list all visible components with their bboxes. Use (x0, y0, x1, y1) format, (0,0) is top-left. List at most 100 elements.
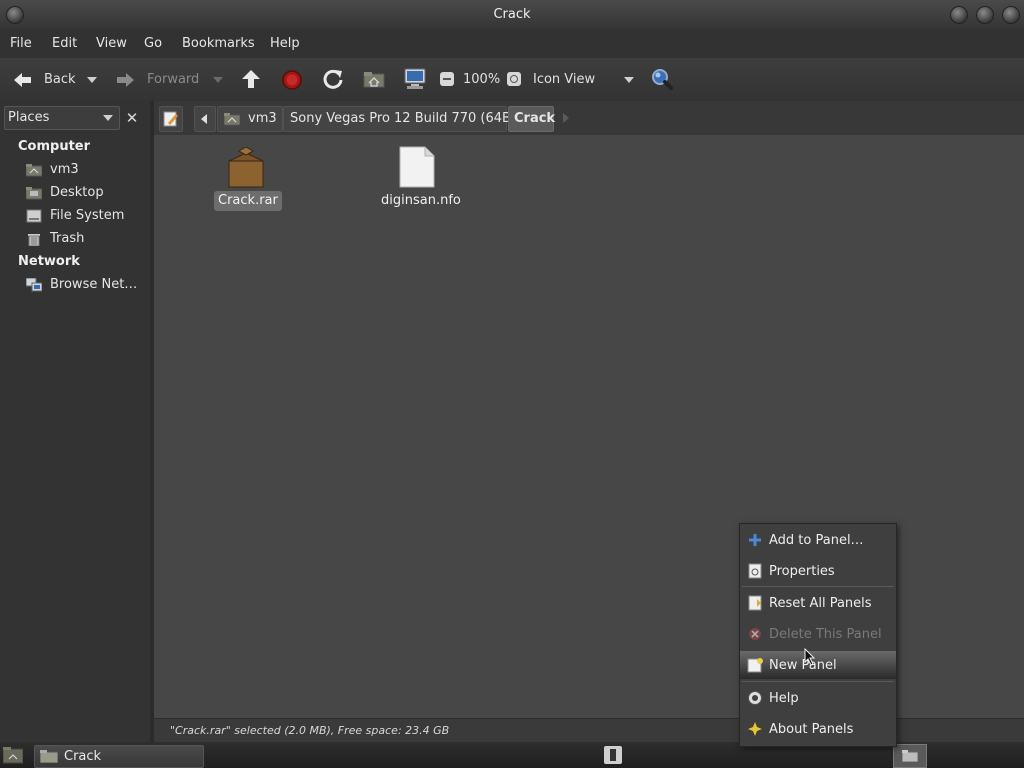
harddisk-icon (26, 209, 42, 223)
menu-item-label: Reset All Panels (769, 596, 872, 611)
file-name: Crack.rar (218, 193, 278, 208)
workspace-switcher-button[interactable] (893, 744, 927, 768)
file-item-diginsan-nfo[interactable]: diginsan.nfo (375, 145, 465, 215)
chevron-down-icon (103, 115, 113, 121)
taskbar-window-label: Crack (64, 749, 102, 764)
menu-item-properties[interactable]: Properties (740, 557, 896, 585)
panel-context-menu: Add to Panel… Properties Reset All Panel… (739, 523, 897, 747)
trash-icon (28, 234, 40, 246)
view-mode-value: Icon View (533, 72, 596, 87)
menu-item-label: About Panels (769, 722, 854, 737)
chevron-right-icon[interactable] (563, 113, 569, 123)
file-name: diginsan.nfo (381, 193, 461, 208)
file-item-crack-rar[interactable]: Crack.rar (210, 145, 282, 215)
menu-separator (742, 681, 894, 682)
close-button[interactable] (1002, 6, 1020, 24)
view-mode-select[interactable]: Icon View (530, 68, 640, 92)
menu-item-label: Delete This Panel (769, 627, 882, 642)
archive-box-icon (228, 147, 264, 188)
breadcrumb-vm3[interactable]: vm3 (217, 106, 283, 132)
menu-item-delete-this-panel: Delete This Panel (740, 620, 896, 648)
sidebar-item-file-system[interactable]: File System (26, 207, 136, 227)
chevron-left-icon (201, 114, 207, 124)
properties-icon (748, 563, 762, 579)
forward-arrow-icon (117, 73, 134, 87)
folder-icon (902, 750, 918, 762)
menu-bookmarks[interactable]: Bookmarks (182, 36, 255, 51)
edit-pencil-icon (163, 111, 178, 127)
maximize-button[interactable] (976, 6, 994, 24)
menu-item-reset-all-panels[interactable]: Reset All Panels (740, 589, 896, 617)
stop-icon[interactable] (281, 69, 303, 91)
forward-button[interactable]: Forward (114, 68, 214, 92)
sidebar-item-vm3[interactable]: vm3 (26, 161, 136, 181)
sidebar-item-desktop[interactable]: Desktop (26, 184, 136, 204)
menu-help[interactable]: Help (270, 36, 300, 51)
network-icon (26, 278, 42, 292)
places-select-value: Places (8, 110, 50, 125)
status-text: "Crack.rar" selected (2.0 MB), Free spac… (170, 724, 450, 737)
breadcrumb-crack[interactable]: Crack (508, 106, 556, 132)
sidebar-item-label: Trash (50, 231, 85, 246)
sidebar-heading-computer: Computer (18, 139, 91, 154)
desktop-folder-icon (26, 187, 42, 200)
window-title: Crack (493, 7, 531, 22)
back-arrow-icon (14, 73, 31, 87)
sidebar-item-trash[interactable]: Trash (26, 230, 136, 250)
reset-icon (748, 595, 762, 611)
menu-file[interactable]: File (10, 36, 32, 51)
home-folder-icon (224, 113, 240, 126)
menu-item-new-panel[interactable]: New Panel (740, 651, 896, 679)
home-folder-icon[interactable] (363, 69, 385, 89)
menu-view[interactable]: View (96, 36, 127, 51)
clipboard-applet-icon[interactable] (604, 746, 622, 764)
menu-bar: File Edit View Go Bookmarks Help (0, 30, 1024, 58)
sidebar-places-select[interactable]: Places (4, 106, 120, 130)
new-panel-icon (747, 658, 763, 673)
menu-item-label: Properties (769, 564, 835, 579)
taskbar-window-button[interactable]: Crack (34, 745, 204, 768)
show-desktop-icon[interactable] (3, 746, 23, 764)
search-icon[interactable] (650, 67, 674, 91)
star-icon (748, 722, 762, 736)
breadcrumb-sony-vegas[interactable]: Sony Vegas Pro 12 Build 770 (64Bit) (283, 106, 525, 132)
path-scroll-left-button[interactable] (194, 106, 216, 132)
breadcrumb-label: vm3 (248, 111, 277, 126)
zoom-out-icon[interactable] (440, 72, 454, 86)
home-folder-icon (26, 164, 42, 177)
back-label: Back (44, 72, 76, 87)
sidebar-heading-network: Network (18, 254, 80, 269)
breadcrumb-label: Sony Vegas Pro 12 Build 770 (64Bit) (290, 111, 525, 126)
menu-edit[interactable]: Edit (52, 36, 77, 51)
forward-label: Forward (147, 72, 200, 87)
menu-separator (742, 586, 894, 587)
computer-icon[interactable] (403, 67, 427, 91)
sidebar-item-label: Browse Net… (50, 277, 138, 292)
help-lifebuoy-icon (748, 691, 762, 705)
menu-item-label: Help (769, 691, 799, 706)
close-sidebar-icon[interactable]: ✕ (123, 109, 141, 127)
plus-icon (749, 534, 761, 546)
zoom-normal-icon[interactable] (507, 72, 521, 86)
menu-item-label: New Panel (769, 658, 837, 673)
breadcrumb-label: Crack (514, 111, 556, 126)
file-name-label-box: Crack.rar (214, 191, 282, 211)
text-document-icon (399, 146, 435, 188)
back-history-dropdown-icon[interactable] (87, 77, 97, 83)
delete-icon (749, 628, 761, 640)
folder-icon (40, 750, 58, 763)
menu-item-help[interactable]: Help (740, 684, 896, 712)
sidebar-item-label: File System (50, 208, 125, 223)
menu-go[interactable]: Go (144, 36, 162, 51)
toggle-location-button[interactable] (159, 106, 183, 132)
menu-item-add-to-panel[interactable]: Add to Panel… (740, 526, 896, 554)
sidebar-item-browse-network[interactable]: Browse Net… (26, 276, 138, 296)
sidebar-item-label: vm3 (50, 162, 79, 177)
zoom-level: 100% (463, 72, 501, 87)
menu-item-about-panels[interactable]: About Panels (740, 715, 896, 743)
mouse-cursor-icon (804, 648, 816, 666)
minimize-button[interactable] (950, 6, 968, 24)
reload-icon[interactable] (322, 68, 344, 90)
forward-history-dropdown-icon[interactable] (213, 77, 223, 83)
up-arrow-icon[interactable] (240, 68, 262, 90)
